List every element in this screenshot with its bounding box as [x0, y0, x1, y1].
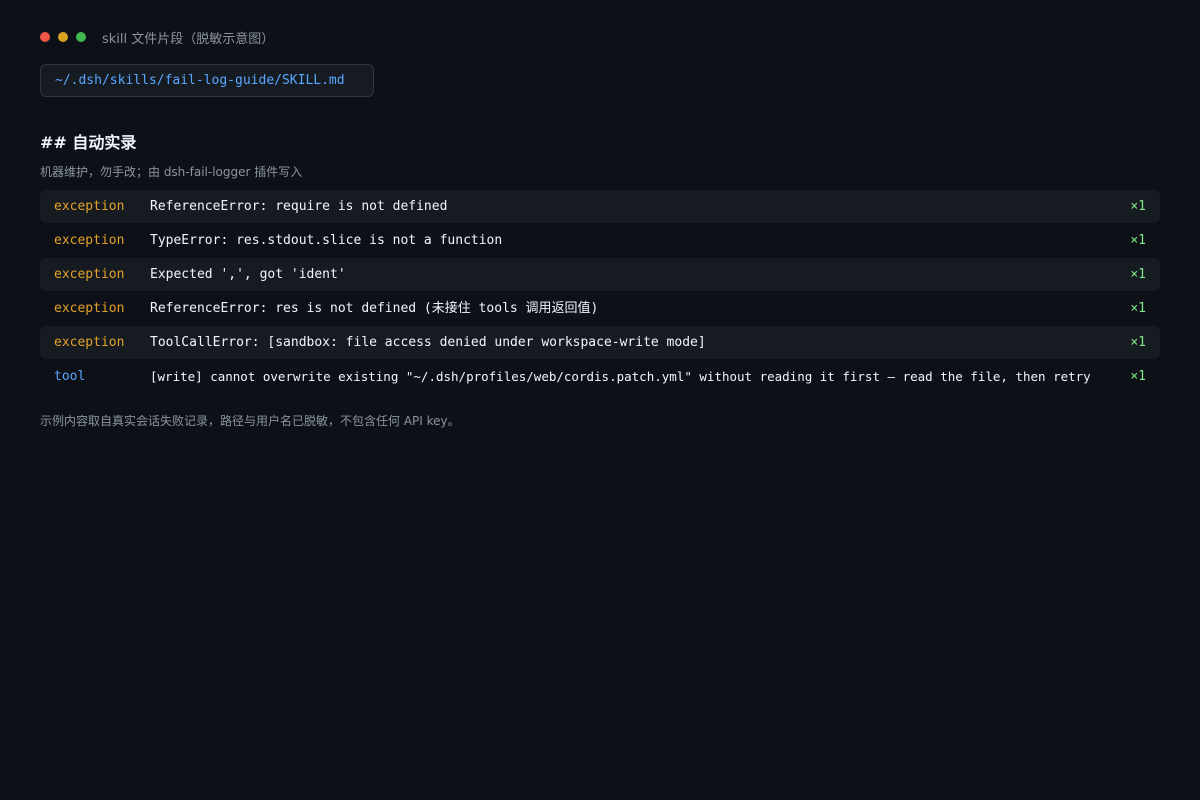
section-note: 机器维护，勿手改；由 dsh-fail-logger 插件写入 [40, 165, 303, 179]
log-entry-count: ×1 [1130, 369, 1146, 384]
failure-log-list: exception ReferenceError: require is not… [40, 190, 1160, 394]
log-entry-count: ×1 [1130, 199, 1146, 214]
log-entry-row: exception TypeError: res.stdout.slice is… [40, 224, 1160, 257]
log-entry-message: ReferenceError: require is not defined [150, 199, 448, 214]
log-entry-row: exception ReferenceError: res is not def… [40, 292, 1160, 325]
log-entry-kind: exception [54, 301, 125, 316]
log-entry-count: ×1 [1130, 335, 1146, 350]
window-title: skill 文件片段（脱敏示意图） [102, 31, 275, 47]
log-entry-kind: tool [54, 369, 86, 384]
log-entry-message: Expected ',', got 'ident' [150, 267, 346, 282]
log-entry-message: ToolCallError: [sandbox: file access den… [150, 335, 706, 350]
log-entry-message: ReferenceError: res is not defined (未接住 … [150, 301, 599, 316]
log-entry-kind: exception [54, 267, 125, 282]
log-entry-row: tool [write] cannot overwrite existing "… [40, 360, 1160, 393]
window-titlebar: skill 文件片段（脱敏示意图） [40, 29, 275, 47]
maximize-window-dot-icon[interactable] [76, 32, 86, 42]
log-entry-kind: exception [54, 335, 125, 350]
file-path-badge: ~/.dsh/skills/fail-log-guide/SKILL.md [40, 64, 374, 97]
log-entry-row: exception Expected ',', got 'ident' ×1 [40, 258, 1160, 291]
log-entry-kind: exception [54, 233, 125, 248]
log-entry-count: ×1 [1130, 233, 1146, 248]
log-entry-message: TypeError: res.stdout.slice is not a fun… [150, 233, 503, 248]
log-entry-message: [write] cannot overwrite existing "~/.ds… [150, 369, 1091, 384]
log-entry-count: ×1 [1130, 267, 1146, 282]
section-heading: ## 自动实录 [40, 133, 137, 152]
close-window-dot-icon[interactable] [40, 32, 50, 42]
log-entry-row: exception ToolCallError: [sandbox: file … [40, 326, 1160, 359]
minimize-window-dot-icon[interactable] [58, 32, 68, 42]
log-entry-row: exception ReferenceError: require is not… [40, 190, 1160, 223]
log-entry-kind: exception [54, 199, 125, 214]
log-entry-count: ×1 [1130, 301, 1146, 316]
footer-note: 示例内容取自真实会话失败记录，路径与用户名已脱敏，不包含任何 API key。 [40, 414, 460, 428]
